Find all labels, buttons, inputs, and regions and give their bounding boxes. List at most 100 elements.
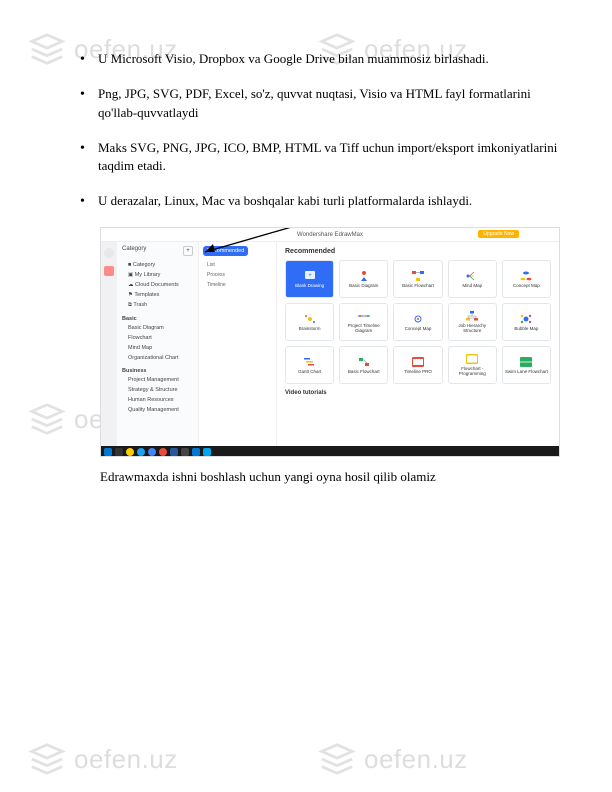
left-rail xyxy=(101,242,117,446)
taskbar-icon[interactable] xyxy=(115,448,123,456)
card-label: Mind Map xyxy=(460,284,484,289)
bullet-item: U derazalar, Linux, Mac va boshqalar kab… xyxy=(80,192,562,211)
windows-taskbar xyxy=(101,446,559,457)
programming-icon xyxy=(465,353,479,365)
filter-item[interactable]: Timeline xyxy=(203,280,272,290)
template-card[interactable]: Timeline PRO xyxy=(393,346,442,384)
sidebar-item[interactable]: Project Management xyxy=(122,375,193,385)
taskbar-icon[interactable] xyxy=(192,448,200,456)
taskbar-icon[interactable] xyxy=(203,448,211,456)
main-title: Recommended xyxy=(285,248,551,255)
edrawmax-screenshot: Wondershare EdrawMax Upgrade Now Categor… xyxy=(100,227,560,457)
sidebar-item[interactable]: Quality Management xyxy=(122,405,193,415)
sidebar-item[interactable]: ☁ Cloud Documents xyxy=(122,280,193,290)
flowchart-icon xyxy=(411,270,425,282)
concept-icon xyxy=(519,270,533,282)
sidebar-section-title: Business xyxy=(122,365,193,375)
app-titlebar: Wondershare EdrawMax Upgrade Now xyxy=(101,228,559,242)
start-icon[interactable] xyxy=(104,448,112,456)
template-card[interactable]: Concept Map xyxy=(393,303,442,341)
template-card[interactable]: Gantt Chart xyxy=(285,346,334,384)
template-card[interactable]: Swim Lane Flowchart xyxy=(502,346,551,384)
page-content: U Microsoft Visio, Dropbox va Google Dri… xyxy=(0,0,612,485)
bullet-item: U Microsoft Visio, Dropbox va Google Dri… xyxy=(80,50,562,69)
sidebar-item[interactable]: ■ Category xyxy=(122,260,193,270)
rail-icon[interactable] xyxy=(104,248,114,258)
template-card[interactable]: Job Hierarchy Structure xyxy=(448,303,497,341)
sidebar-item[interactable]: ▣ My Library xyxy=(122,270,193,280)
category-label: Category xyxy=(122,246,146,256)
card-label: Blank Drawing xyxy=(293,284,326,289)
app-title: Wondershare EdrawMax xyxy=(297,232,363,238)
sidebar-section-title: Basic xyxy=(122,313,193,323)
template-card[interactable]: Brainstorm xyxy=(285,303,334,341)
bullet-item: Maks SVG, PNG, JPG, ICO, BMP, HTML va Ti… xyxy=(80,139,562,177)
add-category-button[interactable]: + xyxy=(183,246,193,256)
template-card[interactable]: Concept Map xyxy=(502,260,551,298)
sidebar-item[interactable]: Human Resources xyxy=(122,395,193,405)
card-label: Flowchart - Programming xyxy=(449,367,496,377)
recommended-pill[interactable]: Recommended xyxy=(203,246,248,256)
sidebar-item[interactable]: ⚑ Templates xyxy=(122,290,193,300)
upgrade-button[interactable]: Upgrade Now xyxy=(478,230,519,238)
flowchart-icon xyxy=(357,356,371,368)
card-label: Basic Flowchart xyxy=(346,370,382,375)
word-icon[interactable] xyxy=(170,448,178,456)
sidebar-item[interactable]: ⧉ Trash xyxy=(122,300,193,311)
card-label: Job Hierarchy Structure xyxy=(449,324,496,334)
svg-text:+: + xyxy=(308,273,312,279)
concept-icon xyxy=(411,313,425,325)
taskbar-icon[interactable] xyxy=(148,448,156,456)
timeline-pro-icon xyxy=(411,356,425,368)
template-card[interactable]: Basic Flowchart xyxy=(393,260,442,298)
bullet-item: Png, JPG, SVG, PDF, Excel, so'z, quvvat … xyxy=(80,85,562,123)
card-label: Concept Map xyxy=(511,284,542,289)
card-label: Swim Lane Flowchart xyxy=(503,370,550,375)
sidebar-item[interactable]: Strategy & Structure xyxy=(122,385,193,395)
hierarchy-icon xyxy=(465,310,479,322)
card-label: Project Timeline Diagram xyxy=(340,324,387,334)
video-tutorials-title: Video tutorials xyxy=(285,390,551,396)
swimlane-icon xyxy=(519,356,533,368)
brainstorm-icon xyxy=(303,313,317,325)
taskbar-icon[interactable] xyxy=(181,448,189,456)
card-label: Gantt Chart xyxy=(296,370,323,375)
template-card[interactable]: Basic Diagram xyxy=(339,260,388,298)
card-label: Basic Flowchart xyxy=(400,284,436,289)
chrome-icon[interactable] xyxy=(126,448,134,456)
stack-icon xyxy=(318,740,356,778)
template-card[interactable]: Basic Flowchart xyxy=(339,346,388,384)
stack-icon xyxy=(28,740,66,778)
rail-icon[interactable] xyxy=(104,266,114,276)
card-label: Timeline PRO xyxy=(402,370,434,375)
category-sidebar: Category + ■ Category ▣ My Library ☁ Clo… xyxy=(117,242,199,446)
timeline-icon xyxy=(357,310,371,322)
template-card[interactable]: Flowchart - Programming xyxy=(448,346,497,384)
main-panel: Recommended + Blank Drawing Ba xyxy=(277,242,559,446)
template-card-blank[interactable]: + Blank Drawing xyxy=(285,260,334,298)
sidebar-item[interactable]: Mind Map xyxy=(122,343,193,353)
secondary-sidebar: Recommended List Process Timeline xyxy=(199,242,277,446)
taskbar-icon[interactable] xyxy=(159,448,167,456)
mindmap-icon xyxy=(465,270,479,282)
bubble-icon xyxy=(519,313,533,325)
caption: Edrawmaxda ishni boshlash uchun yangi oy… xyxy=(100,469,562,485)
card-label: Brainstorm xyxy=(297,327,323,332)
watermark-text: oefen.uz xyxy=(74,744,178,775)
sidebar-item[interactable]: Basic Diagram xyxy=(122,323,193,333)
template-card[interactable]: Bubble Map xyxy=(502,303,551,341)
filter-item[interactable]: Process xyxy=(203,270,272,280)
template-card[interactable]: Mind Map xyxy=(448,260,497,298)
bullet-list: U Microsoft Visio, Dropbox va Google Dri… xyxy=(80,50,562,211)
filter-item[interactable]: List xyxy=(203,260,272,270)
sidebar-item[interactable]: Flowchart xyxy=(122,333,193,343)
card-label: Bubble Map xyxy=(512,327,540,332)
card-label: Basic Diagram xyxy=(347,284,380,289)
watermark-text: oefen.uz xyxy=(364,744,468,775)
template-card[interactable]: Project Timeline Diagram xyxy=(339,303,388,341)
sidebar-item[interactable]: Organizational Chart xyxy=(122,353,193,363)
diagram-icon xyxy=(357,270,371,282)
card-label: Concept Map xyxy=(403,327,434,332)
gantt-icon xyxy=(303,356,317,368)
taskbar-icon[interactable] xyxy=(137,448,145,456)
